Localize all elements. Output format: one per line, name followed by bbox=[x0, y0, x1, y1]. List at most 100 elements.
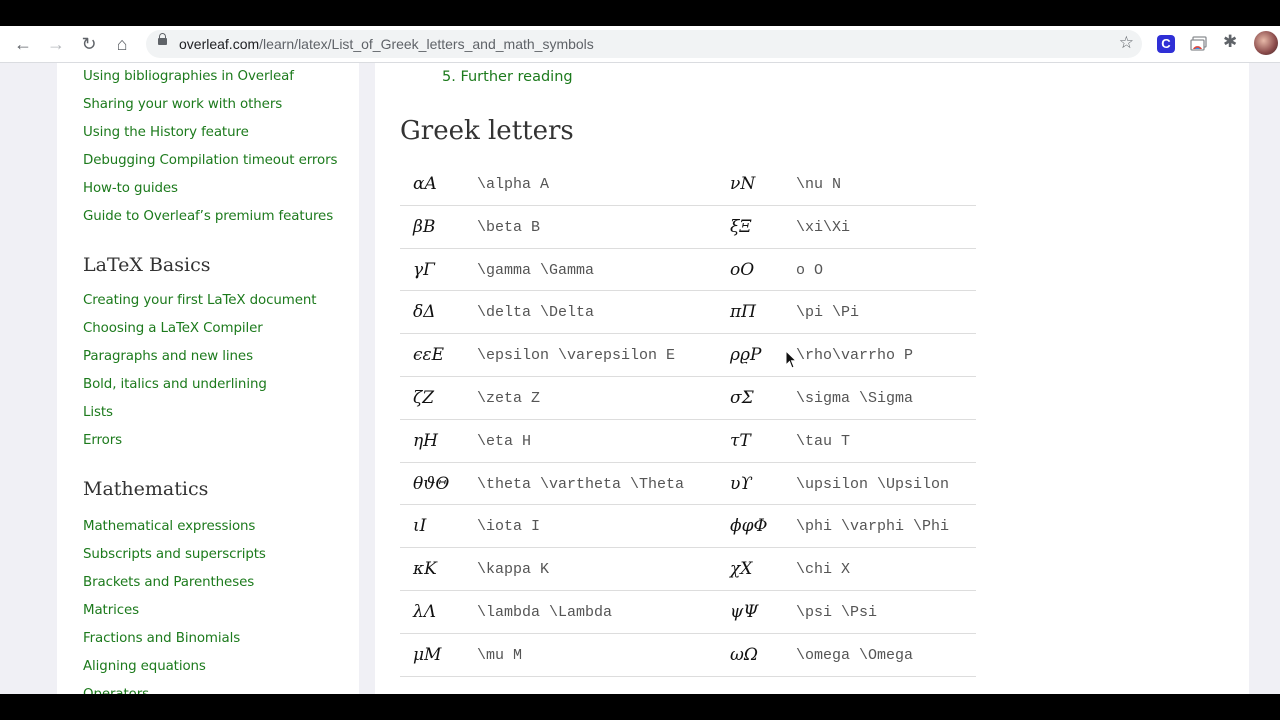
greek-symbol: oO bbox=[730, 259, 755, 280]
toc-link-further-reading[interactable]: 5. Further reading bbox=[442, 69, 573, 85]
browser-toolbar: ← → ↻ ⌂ overleaf.com/learn/latex/List_of… bbox=[0, 26, 1280, 63]
latex-command: \tau T bbox=[796, 432, 851, 450]
greek-symbol: σΣ bbox=[730, 387, 754, 408]
sidebar-link[interactable]: Using bibliographies in Overleaf bbox=[83, 69, 294, 84]
table-row: δΔ \delta \Delta πΠ \pi \Pi bbox=[400, 291, 976, 335]
latex-command: o O bbox=[796, 261, 824, 279]
sidebar-link[interactable]: Mathematical expressions bbox=[83, 519, 255, 534]
latex-command: \theta \vartheta \Theta bbox=[477, 475, 685, 493]
back-icon[interactable]: ← bbox=[11, 32, 35, 56]
latex-command: \zeta Z bbox=[477, 389, 541, 407]
extension-c-icon[interactable]: C bbox=[1157, 35, 1175, 53]
sidebar-link[interactable]: Guide to Overleaf’s premium features bbox=[83, 209, 333, 224]
sidebar-link[interactable]: Operators bbox=[83, 687, 149, 694]
forward-icon[interactable]: → bbox=[44, 32, 68, 56]
greek-symbol: λΛ bbox=[413, 601, 437, 622]
greek-symbol: γΓ bbox=[413, 259, 435, 280]
latex-command: \omega \Omega bbox=[796, 646, 914, 664]
latex-command: \alpha A bbox=[477, 176, 550, 193]
sidebar-link[interactable]: Sharing your work with others bbox=[83, 97, 282, 112]
sidebar-link[interactable]: Brackets and Parentheses bbox=[83, 575, 254, 590]
url-text[interactable]: overleaf.com/learn/latex/List_of_Greek_l… bbox=[179, 36, 594, 52]
table-row: γΓ \gamma \Gamma oO o O bbox=[400, 249, 976, 292]
greek-symbol: νN bbox=[730, 174, 756, 194]
sidebar-section-heading: LaTeX Basics bbox=[83, 254, 211, 276]
table-row: αA \alpha A νN \nu N bbox=[400, 163, 976, 206]
sidebar-link[interactable]: Matrices bbox=[83, 603, 139, 618]
latex-command: \kappa K bbox=[477, 561, 550, 579]
greek-symbol: ϕφΦ bbox=[730, 516, 768, 537]
latex-command: \beta B bbox=[477, 218, 541, 236]
latex-command: \pi \Pi bbox=[796, 304, 860, 322]
sidebar-link[interactable]: Subscripts and superscripts bbox=[83, 547, 266, 562]
greek-symbol: κK bbox=[413, 559, 437, 580]
greek-symbol: αA bbox=[413, 174, 437, 194]
latex-command: \eta H bbox=[477, 432, 532, 450]
lock-icon[interactable] bbox=[158, 33, 167, 45]
latex-command: \epsilon \varepsilon E bbox=[477, 347, 676, 365]
page-content: Using bibliographies in Overleaf Sharing… bbox=[0, 63, 1280, 694]
sidebar-link[interactable]: Aligning equations bbox=[83, 659, 206, 674]
home-icon[interactable]: ⌂ bbox=[110, 32, 134, 56]
greek-symbol: ξΞ bbox=[730, 216, 752, 237]
greek-symbol: ιI bbox=[413, 516, 427, 537]
latex-command: \iota I bbox=[477, 518, 541, 536]
url-host: overleaf.com bbox=[179, 36, 260, 52]
screen-bottom-border bbox=[0, 694, 1280, 720]
profile-avatar[interactable] bbox=[1254, 31, 1278, 55]
address-bar[interactable]: overleaf.com/learn/latex/List_of_Greek_l… bbox=[146, 30, 1142, 58]
sidebar: Using bibliographies in Overleaf Sharing… bbox=[57, 63, 359, 694]
greek-symbol: ψΨ bbox=[730, 601, 759, 622]
sidebar-link[interactable]: How-to guides bbox=[83, 181, 178, 196]
table-row: μM \mu M ωΩ \omega \Omega bbox=[400, 634, 976, 677]
url-path: /learn/latex/List_of_Greek_letters_and_m… bbox=[259, 36, 594, 52]
greek-symbol: ρϱP bbox=[730, 345, 762, 366]
reload-icon[interactable]: ↻ bbox=[77, 32, 101, 56]
greek-symbol: πΠ bbox=[730, 302, 756, 323]
sidebar-link[interactable]: Fractions and Binomials bbox=[83, 631, 240, 646]
sidebar-link[interactable]: Debugging Compilation timeout errors bbox=[83, 153, 337, 168]
greek-symbol: θϑΘ bbox=[413, 473, 450, 494]
greek-symbol: δΔ bbox=[413, 302, 436, 323]
latex-command: \sigma \Sigma bbox=[796, 389, 914, 407]
sidebar-section-heading: Mathematics bbox=[83, 478, 209, 500]
latex-command: \chi X bbox=[796, 561, 851, 579]
latex-command: \nu N bbox=[796, 176, 842, 193]
table-row: κK \kappa K χX \chi X bbox=[400, 548, 976, 591]
sidebar-link[interactable]: Errors bbox=[83, 433, 122, 448]
sidebar-link[interactable]: Creating your first LaTeX document bbox=[83, 293, 317, 308]
sidebar-link[interactable]: Bold, italics and underlining bbox=[83, 377, 267, 392]
sidebar-link[interactable]: Lists bbox=[83, 405, 113, 420]
table-row: ϵεE \epsilon \varepsilon E ρϱP \rho\varrho … bbox=[400, 334, 976, 377]
greek-symbol: ζZ bbox=[413, 387, 435, 408]
greek-symbol: βB bbox=[413, 216, 436, 237]
latex-command: \upsilon \Upsilon bbox=[796, 475, 950, 493]
greek-symbol: τT bbox=[730, 430, 751, 451]
sidebar-link[interactable]: Using the History feature bbox=[83, 125, 249, 140]
cast-icon[interactable] bbox=[1190, 35, 1208, 53]
greek-letters-table: αA \alpha A νN \nu N βB \beta B ξΞ \xi\Xi γΓ \gam… bbox=[400, 163, 976, 677]
table-row: λΛ \lambda \Lambda ψΨ \psi \Psi bbox=[400, 591, 976, 634]
greek-symbol: ϵεE bbox=[413, 345, 445, 366]
greek-symbol: μM bbox=[413, 644, 442, 665]
greek-symbol: ηH bbox=[413, 430, 439, 451]
latex-command: \xi\Xi bbox=[796, 218, 851, 236]
table-row: ιI \iota I ϕφΦ \phi \varphi \Phi bbox=[400, 505, 976, 549]
table-row: ηH \eta H τT \tau T bbox=[400, 420, 976, 463]
latex-command: \delta \Delta bbox=[477, 304, 595, 322]
article: 5. Further reading Greek letters αA \alph… bbox=[375, 63, 1249, 694]
latex-command: \mu M bbox=[477, 646, 523, 664]
latex-command: \rho\varrho P bbox=[796, 347, 914, 365]
sidebar-link[interactable]: Paragraphs and new lines bbox=[83, 349, 253, 364]
table-row: βB \beta B ξΞ \xi\Xi bbox=[400, 206, 976, 249]
greek-symbol: χX bbox=[730, 559, 753, 580]
latex-command: \gamma \Gamma bbox=[477, 261, 595, 279]
bookmark-star-icon[interactable]: ☆ bbox=[1119, 33, 1134, 53]
table-row: θϑΘ \theta \vartheta \Theta υϒ \upsilon \Up… bbox=[400, 463, 976, 506]
latex-command: \lambda \Lambda bbox=[477, 603, 613, 621]
extensions-puzzle-icon[interactable]: ✱ bbox=[1223, 32, 1241, 51]
section-heading: Greek letters bbox=[400, 116, 574, 146]
screen-top-border bbox=[0, 0, 1280, 26]
latex-command: \phi \varphi \Phi bbox=[796, 518, 950, 536]
sidebar-link[interactable]: Choosing a LaTeX Compiler bbox=[83, 321, 263, 336]
